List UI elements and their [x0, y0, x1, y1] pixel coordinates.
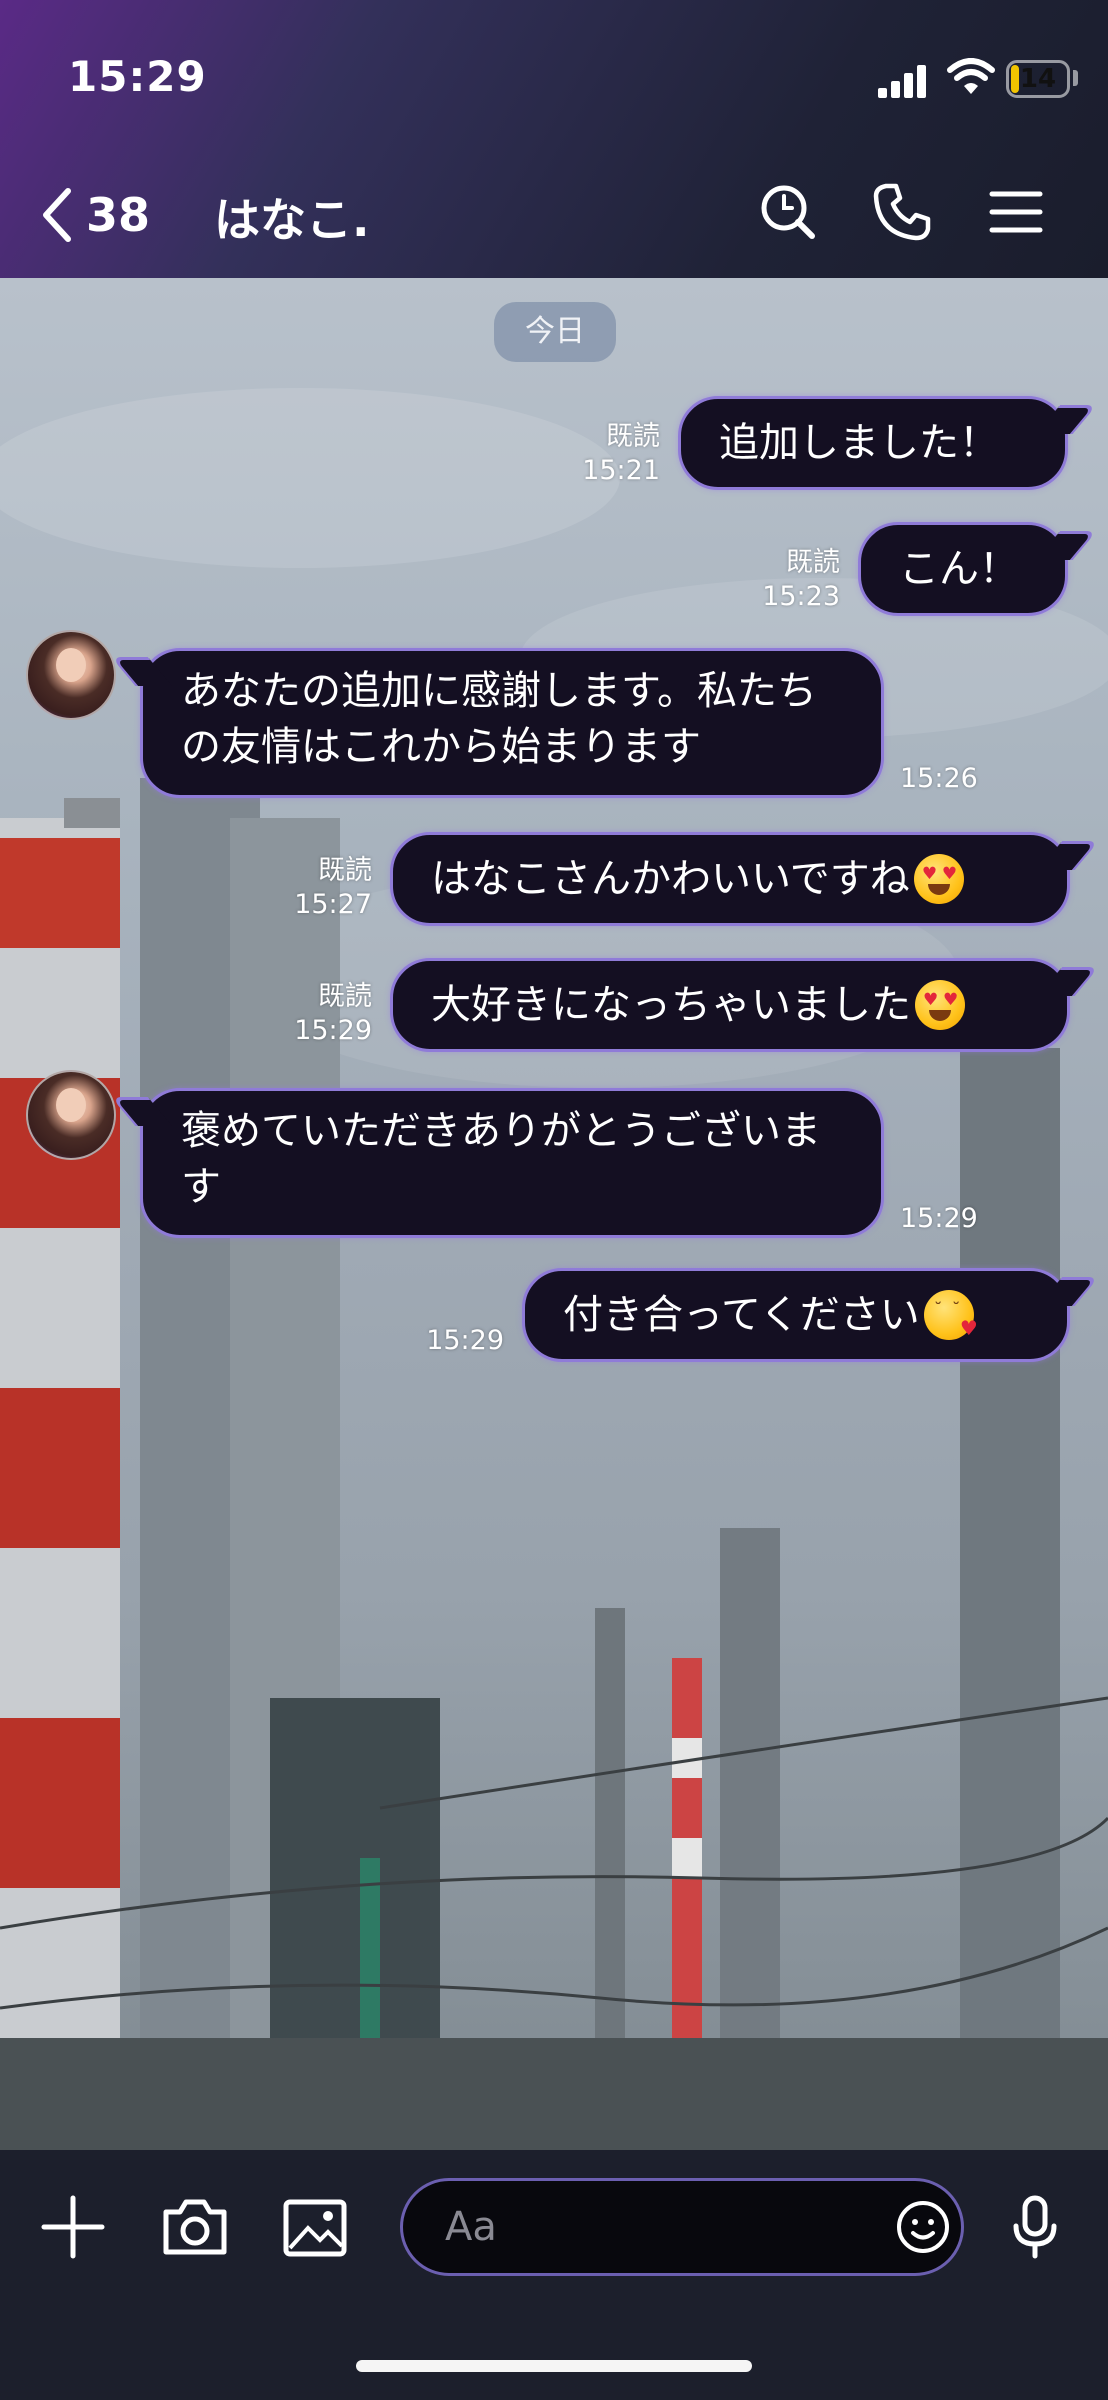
- sent-message-bubble[interactable]: はなこさんかわいいですね ♥ ♥: [390, 832, 1100, 926]
- battery-icon: 14: [1006, 60, 1070, 98]
- message-text: 付き合ってください: [563, 1292, 920, 1338]
- received-message-bubble[interactable]: 褒めていただきありがとうございます: [110, 1088, 884, 1238]
- avatar-face: [56, 1088, 86, 1122]
- sent-message-bubble[interactable]: 追加しました！: [678, 396, 1098, 490]
- camera-icon[interactable]: [160, 2192, 230, 2262]
- date-separator: 今日: [494, 302, 616, 362]
- message-text: はなこさんかわいいですね: [431, 856, 910, 902]
- message-time: 15:26: [900, 763, 978, 794]
- status-time: 15:29: [68, 52, 207, 101]
- sent-message-bubble[interactable]: こん！: [858, 522, 1098, 616]
- kissing-heart-emoji: ˘ ˘ ♥: [923, 1290, 978, 1340]
- chat-title: はなこ.: [214, 193, 370, 247]
- contact-avatar[interactable]: [26, 1070, 116, 1160]
- wifi-icon: [947, 58, 995, 94]
- message-time: 15:29: [900, 1203, 978, 1234]
- unread-count: 38: [86, 188, 151, 242]
- read-receipt: 既読: [606, 421, 660, 452]
- heart-eyes-emoji: ♥ ♥: [915, 980, 965, 1030]
- microphone-icon[interactable]: [1000, 2192, 1070, 2262]
- received-message-bubble[interactable]: あなたの追加に感謝します。私たちの友情はこれから始まります: [110, 648, 884, 798]
- plus-icon[interactable]: [38, 2192, 108, 2262]
- chat-area[interactable]: 今日 既読 15:21 追加しました！ 既読 15:23 こん！ あなたの追加に…: [0, 278, 1108, 2150]
- home-indicator: [356, 2360, 752, 2372]
- message-time: 15:27: [294, 889, 372, 920]
- message-input[interactable]: Aa: [400, 2178, 964, 2276]
- cellular-signal-icon: [878, 64, 930, 98]
- heart-eyes-emoji: ♥ ♥: [913, 854, 964, 904]
- battery-percent: 14: [1019, 64, 1057, 94]
- battery-cap: [1073, 70, 1078, 86]
- message-time: 15:29: [294, 1015, 372, 1046]
- contact-avatar[interactable]: [26, 630, 116, 720]
- message-text: 褒めていただきありがとうございます: [181, 1108, 821, 1210]
- read-receipt: 既読: [318, 855, 372, 886]
- menu-icon[interactable]: [984, 180, 1048, 244]
- message-text: こん！: [899, 546, 1019, 592]
- chevron-left-icon: [43, 188, 71, 242]
- message-time: 15:29: [426, 1325, 504, 1356]
- avatar-face: [56, 648, 86, 682]
- read-receipt: 既読: [318, 981, 372, 1012]
- chat-header: 15:29 14 38 はなこ.: [0, 0, 1108, 278]
- message-meta: 既読 15:29: [268, 980, 372, 1048]
- message-meta: 既読 15:23: [740, 546, 840, 614]
- message-text: あなたの追加に感謝します。私たちの友情はこれから始まります: [181, 668, 817, 770]
- read-receipt: 既読: [786, 547, 840, 578]
- sent-message-bubble[interactable]: 付き合ってください ˘ ˘ ♥: [522, 1268, 1100, 1362]
- back-button[interactable]: 38: [36, 180, 150, 250]
- message-time: 15:21: [582, 455, 660, 486]
- message-time: 15:23: [762, 581, 840, 612]
- emoji-icon[interactable]: [888, 2192, 958, 2262]
- message-meta: 既読 15:21: [560, 420, 660, 488]
- image-icon[interactable]: [280, 2192, 350, 2262]
- search-icon[interactable]: [756, 180, 820, 244]
- message-text: 大好きになっちゃいました: [431, 982, 911, 1028]
- message-text: 追加しました！: [719, 420, 999, 466]
- sent-message-bubble[interactable]: 大好きになっちゃいました ♥ ♥: [390, 958, 1100, 1052]
- phone-icon[interactable]: [870, 180, 934, 244]
- message-meta: 既読 15:27: [268, 854, 372, 922]
